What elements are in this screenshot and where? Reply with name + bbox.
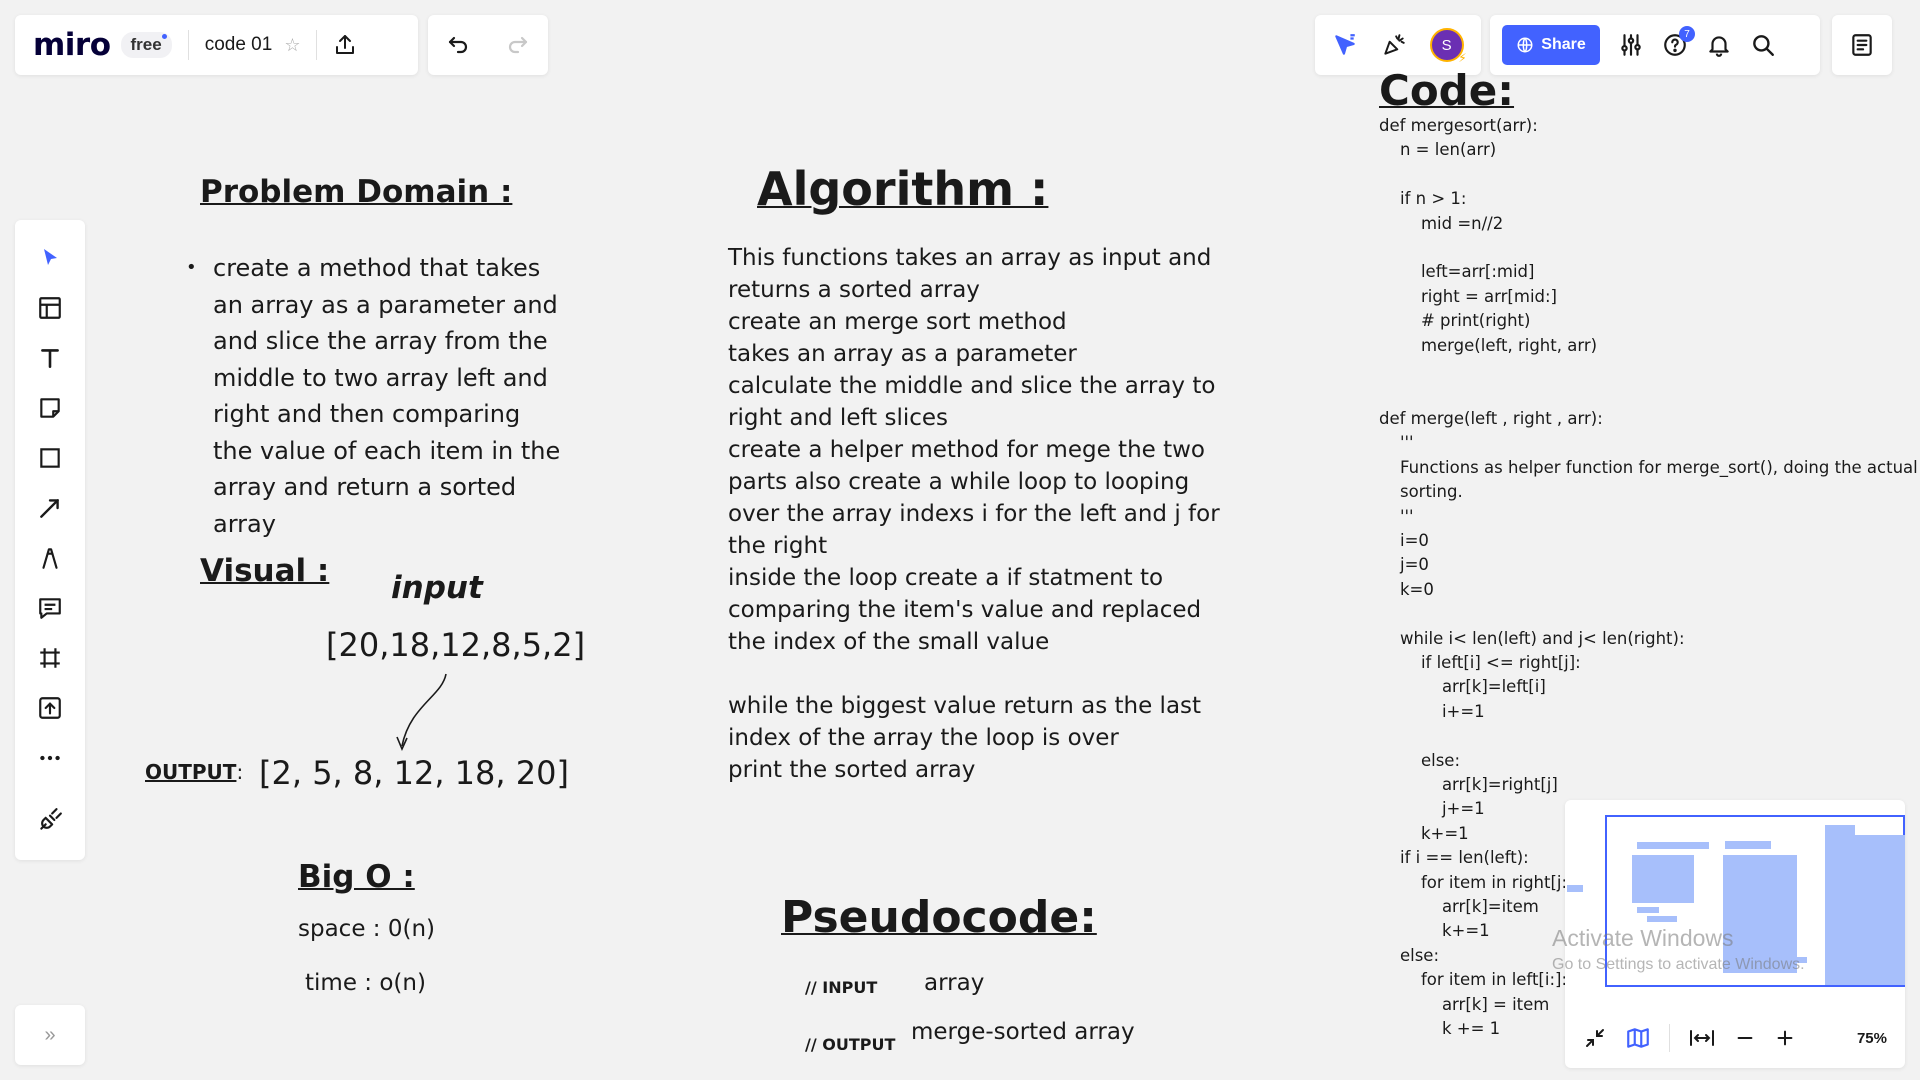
minimap-block [1637,842,1709,849]
minimap-controls: 75% [1565,1008,1905,1068]
map-icon[interactable] [1625,1025,1651,1051]
zoom-level[interactable]: 75% [1857,1030,1887,1047]
main-actions-panel: Share 7 [1490,15,1820,75]
divider [1669,1024,1670,1052]
upload-export-icon[interactable] [333,33,357,57]
fit-to-screen-icon[interactable] [1688,1026,1716,1050]
notes-panel [1832,15,1892,75]
frame-icon[interactable] [30,638,70,678]
algorithm-paragraph: while the biggest value return as the la… [728,693,1202,783]
select-cursor-icon[interactable] [30,238,70,278]
plan-badge[interactable]: free [120,32,172,58]
sticky-note-icon[interactable] [30,388,70,428]
upload-icon[interactable] [30,688,70,728]
avatar-initial: S [1441,36,1452,54]
minimap-block [1632,855,1694,903]
creation-toolbar [15,220,85,860]
big-o-title[interactable]: Big O : [298,859,415,895]
visual-output-array[interactable]: [2, 5, 8, 12, 18, 20] [259,754,569,792]
undo-icon[interactable] [446,33,470,57]
expand-panel-button[interactable]: » [15,1005,85,1065]
pseudocode-input-label[interactable]: // INPUT [805,978,877,997]
visual-arrow[interactable] [380,666,450,756]
search-icon[interactable] [1750,32,1776,58]
problem-domain-item: create a method that takes an array as a… [186,250,561,542]
visual-input-label[interactable]: input [391,570,483,606]
settings-sliders-icon[interactable] [1618,32,1644,58]
divider [187,30,189,60]
shape-square-icon[interactable] [30,438,70,478]
collapse-icon[interactable] [1583,1026,1607,1050]
cursor-follow-icon[interactable] [1332,32,1358,58]
zoom-out-icon[interactable] [1734,1027,1756,1049]
plan-label: free [130,35,162,54]
minimap-block [1725,841,1771,849]
visual-input-array[interactable]: [20,18,12,8,5,2] [326,626,585,664]
plan-dot [161,34,167,39]
minimap-block [1825,825,1855,835]
minimap-block [1637,907,1659,913]
pseudocode-output-value[interactable]: merge-sorted array [911,1019,1135,1045]
watermark-line-1: Activate Windows [1552,925,1734,951]
pen-icon[interactable] [30,538,70,578]
share-label: Share [1541,36,1586,53]
minimap-block [1567,885,1583,892]
watermark-line-2: Go to Settings to activate Windows. [1552,956,1805,973]
visual-output-label[interactable]: OUTPUT: [145,760,243,784]
pseudocode-input-value[interactable]: array [924,970,984,996]
board-toolbar: miro free code 01 ☆ [15,15,418,75]
help-badge: 7 [1679,26,1695,42]
minimap-block [1647,916,1677,922]
output-label-text: OUTPUT [145,760,237,784]
miro-logo[interactable]: miro [33,27,111,63]
bolt-icon: ⚡ [1458,51,1467,65]
connection-line-icon[interactable] [30,488,70,528]
algorithm-paragraph: This functions takes an array as input a… [728,245,1220,655]
double-chevron-right-icon: » [44,1023,56,1046]
undo-redo-panel [428,15,548,75]
zoom-in-icon[interactable] [1774,1027,1796,1049]
problem-domain-title[interactable]: Problem Domain : [200,174,512,210]
minimap-block [1825,835,1905,985]
algorithm-text[interactable]: This functions takes an array as input a… [728,242,1228,786]
globe-icon [1517,37,1533,53]
pseudocode-title[interactable]: Pseudocode: [781,892,1097,943]
problem-domain-list[interactable]: create a method that takes an array as a… [186,250,561,542]
star-icon[interactable]: ☆ [284,35,300,56]
redo-icon[interactable] [506,33,530,57]
divider [316,30,318,60]
templates-icon[interactable] [30,288,70,328]
notes-icon[interactable] [1849,32,1875,58]
text-icon[interactable] [30,338,70,378]
output-colon: : [236,760,244,784]
pseudocode-output-label[interactable]: // OUTPUT [805,1035,895,1054]
celebrate-icon[interactable] [1381,32,1407,58]
algorithm-title[interactable]: Algorithm : [757,162,1048,216]
help-icon[interactable]: 7 [1662,26,1695,58]
board-name[interactable]: code 01 [205,34,273,56]
big-o-space[interactable]: space : 0(n) [298,916,435,942]
code-title[interactable]: Code: [1379,66,1514,115]
share-button[interactable]: Share [1502,25,1600,65]
bell-icon[interactable] [1706,32,1732,58]
more-tools-icon[interactable] [30,738,70,778]
apps-plug-icon[interactable] [30,800,70,840]
user-avatar[interactable]: S ⚡ [1429,28,1467,65]
windows-activation-watermark: Activate Windows Go to Settings to activ… [1552,925,1805,974]
visual-title[interactable]: Visual : [200,553,329,589]
big-o-time[interactable]: time : o(n) [305,970,426,996]
comment-icon[interactable] [30,588,70,628]
